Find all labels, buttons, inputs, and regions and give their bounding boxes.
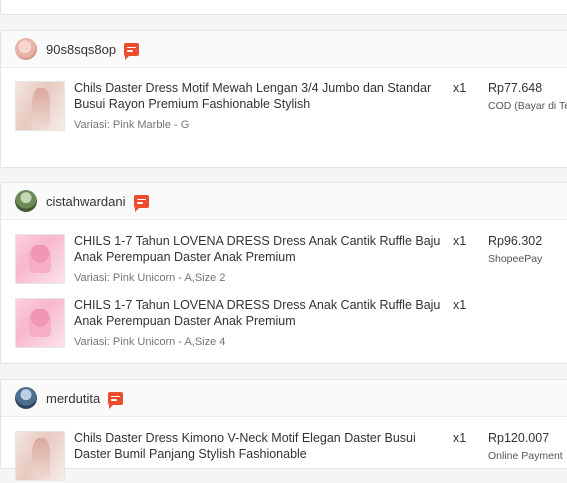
item-quantity: x1 <box>453 81 467 95</box>
order-total: Rp96.302 <box>488 234 543 248</box>
payment-method: ShopeePay <box>488 253 543 265</box>
order-header: merdutita <box>1 380 567 417</box>
avatar[interactable] <box>15 387 37 409</box>
chat-icon[interactable] <box>124 42 140 60</box>
order-header: 90s8sqs8op <box>1 31 567 68</box>
item-quantity: x1 <box>453 431 467 445</box>
payment-method: COD (Bayar di Te <box>488 100 567 112</box>
order-card: 90s8sqs8op Chils Daster Dress Motif Mewa… <box>0 30 567 168</box>
order-item[interactable]: Chils Daster Dress Motif Mewah Lengan 3/… <box>15 81 567 133</box>
buyer-username[interactable]: merdutita <box>46 391 100 406</box>
product-thumbnail[interactable] <box>15 431 65 481</box>
item-quantity: x1 <box>453 234 467 248</box>
order-item[interactable]: Chils Daster Dress Kimono V-Neck Motif E… <box>15 431 567 483</box>
product-thumbnail[interactable] <box>15 234 65 284</box>
buyer-username[interactable]: 90s8sqs8op <box>46 42 116 57</box>
order-total: Rp77.648 <box>488 81 543 95</box>
product-thumbnail[interactable] <box>15 298 65 348</box>
order-total: Rp120.007 <box>488 431 550 445</box>
order-header: cistahwardani <box>1 183 567 220</box>
chat-icon[interactable] <box>133 194 149 212</box>
order-card: merdutita Chils Daster Dress Kimono V-Ne… <box>0 379 567 481</box>
payment-method: Online Payment <box>488 450 563 462</box>
product-title[interactable]: CHILS 1-7 Tahun LOVENA DRESS Dress Anak … <box>74 298 452 329</box>
order-item[interactable]: CHILS 1-7 Tahun LOVENA DRESS Dress Anak … <box>15 234 567 286</box>
product-variant: Variasi: Pink Unicorn - A,Size 4 <box>74 336 226 348</box>
chat-icon[interactable] <box>108 391 124 409</box>
product-title[interactable]: CHILS 1-7 Tahun LOVENA DRESS Dress Anak … <box>74 234 452 265</box>
previous-order-card <box>0 0 567 15</box>
order-item[interactable]: CHILS 1-7 Tahun LOVENA DRESS Dress Anak … <box>15 298 567 350</box>
product-variant: Variasi: Pink Unicorn - A,Size 2 <box>74 272 226 284</box>
product-title[interactable]: Chils Daster Dress Motif Mewah Lengan 3/… <box>74 81 452 112</box>
avatar[interactable] <box>15 38 37 60</box>
product-title[interactable]: Chils Daster Dress Kimono V-Neck Motif E… <box>74 431 452 462</box>
avatar[interactable] <box>15 190 37 212</box>
order-card: cistahwardani CHILS 1-7 Tahun LOVENA DRE… <box>0 182 567 364</box>
product-variant: Variasi: Pink Marble - G <box>74 119 190 131</box>
product-thumbnail[interactable] <box>15 81 65 131</box>
item-quantity: x1 <box>453 298 467 312</box>
buyer-username[interactable]: cistahwardani <box>46 194 126 209</box>
